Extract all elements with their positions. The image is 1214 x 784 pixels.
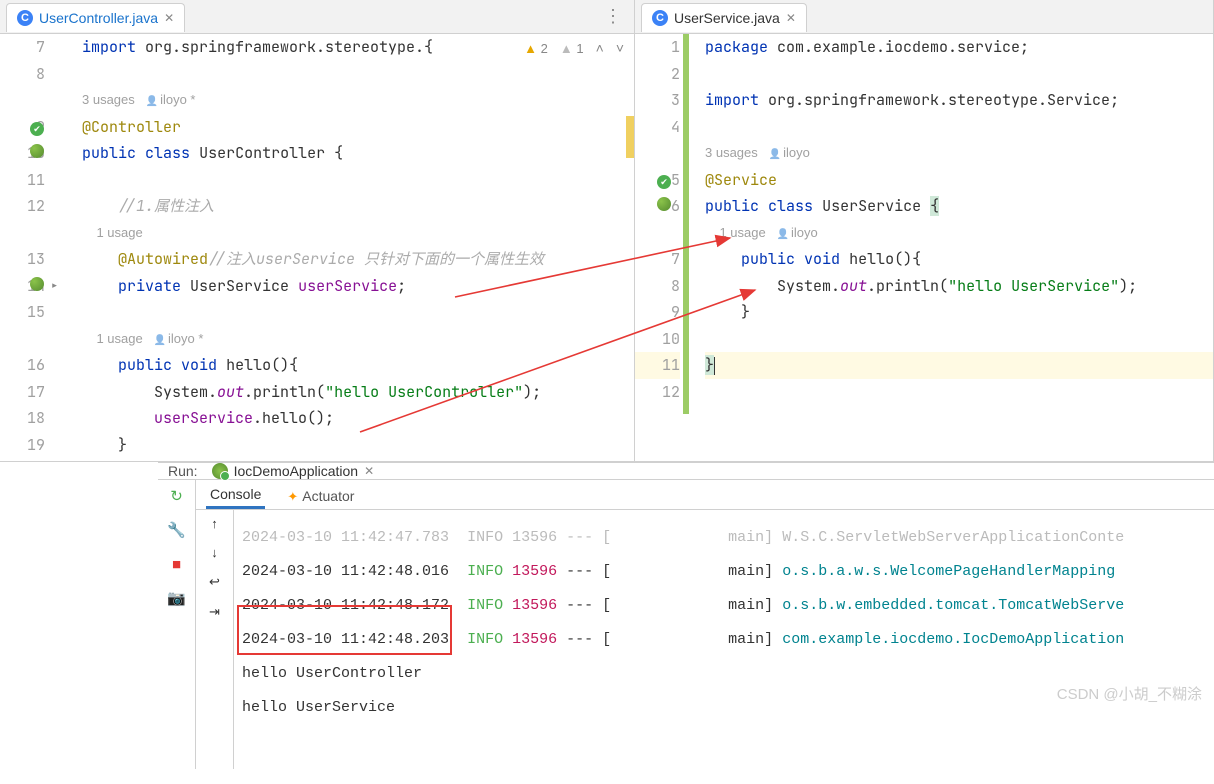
rerun-button[interactable]: ↻ — [167, 486, 187, 506]
console-tab[interactable]: Console — [206, 482, 265, 509]
down-button[interactable]: ↓ — [211, 545, 218, 560]
gutter-left: 7 8 9 ✔ 10 11 12 13 14 ▸ 15 16 17 18 19 … — [0, 34, 70, 461]
soft-wrap-button[interactable]: ↩ — [209, 574, 220, 590]
run-gutter-icon[interactable]: ✔ — [657, 175, 671, 189]
editor-pane-left: C UserController.java ✕ ⋮ ▲ 2 ▲ 1 ˄ ˅ 7 … — [0, 0, 635, 461]
tab-bar-right: C UserService.java ✕ — [635, 0, 1213, 34]
run-header: Run: IocDemoApplication ✕ — [158, 463, 1214, 480]
bean-icon[interactable] — [30, 144, 44, 158]
bean-icon[interactable] — [657, 197, 671, 211]
wrench-button[interactable]: 🔧 — [167, 520, 187, 540]
run-config-tab[interactable]: IocDemoApplication ✕ — [212, 463, 375, 479]
tab-options-icon[interactable]: ⋮ — [604, 6, 628, 27]
file-tab-usercontroller[interactable]: C UserController.java ✕ — [6, 3, 185, 32]
watermark: CSDN @小胡_不糊涂 — [1057, 683, 1202, 704]
spring-boot-icon — [212, 463, 228, 479]
java-class-icon: C — [652, 10, 668, 26]
actuator-tab[interactable]: ✦Actuator — [283, 484, 358, 509]
close-icon[interactable]: ✕ — [364, 464, 374, 478]
java-class-icon: C — [17, 10, 33, 26]
close-icon[interactable]: ✕ — [164, 11, 174, 25]
gutter-right: 1 2 3 4 5 ✔ 6 7 8 9 10 11 12 — [635, 34, 693, 461]
file-tab-userservice[interactable]: C UserService.java ✕ — [641, 3, 807, 32]
stop-button[interactable]: ■ — [167, 554, 187, 574]
run-gutter-icon[interactable]: ✔ — [30, 122, 44, 136]
run-panel: Run: IocDemoApplication ✕ ↻ 🔧 ■ 📷 Consol… — [158, 462, 1214, 712]
scroll-end-button[interactable]: ⇥ — [209, 604, 220, 620]
close-icon[interactable]: ✕ — [786, 11, 796, 25]
editor-pane-right: C UserService.java ✕ 1 2 3 4 5 ✔ 6 7 8 9… — [635, 0, 1214, 461]
editor-left[interactable]: ▲ 2 ▲ 1 ˄ ˅ 7 8 9 ✔ 10 11 12 13 14 ▸ 15 … — [0, 34, 634, 461]
code-left[interactable]: import org.springframework.stereotype.{ … — [70, 34, 634, 461]
actuator-icon: ✦ — [287, 489, 298, 504]
editor-right[interactable]: 1 2 3 4 5 ✔ 6 7 8 9 10 11 12 package com… — [635, 34, 1213, 461]
code-right[interactable]: package com.example.iocdemo.service; imp… — [693, 34, 1213, 461]
run-subtabs: Console ✦Actuator — [196, 480, 1214, 510]
tab-label: UserService.java — [674, 10, 780, 26]
run-toolbar: ↻ 🔧 ■ 📷 — [158, 480, 196, 769]
camera-button[interactable]: 📷 — [167, 588, 187, 608]
tab-bar-left: C UserController.java ✕ ⋮ — [0, 0, 634, 34]
up-button[interactable]: ↑ — [211, 516, 218, 531]
run-label: Run: — [168, 463, 198, 479]
tab-label: UserController.java — [39, 10, 158, 26]
console-output[interactable]: 2024-03-10 11:42:47.783 INFO 13596 --- [… — [234, 510, 1214, 769]
console-toolbar: ↑ ↓ ↩ ⇥ — [196, 510, 234, 769]
bean-icon[interactable] — [30, 277, 44, 291]
